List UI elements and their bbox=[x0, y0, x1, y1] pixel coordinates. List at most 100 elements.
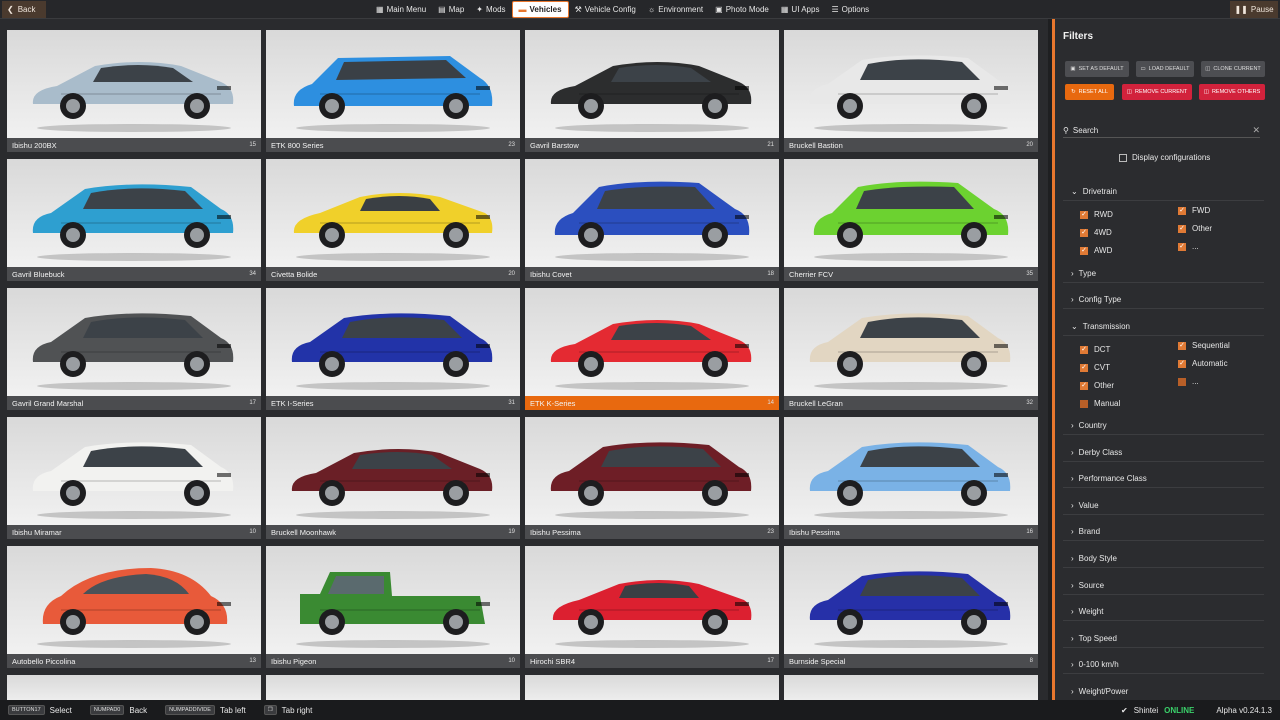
checkbox[interactable]: ✓ bbox=[1080, 210, 1088, 219]
display-configurations-toggle[interactable]: Display configurations bbox=[1119, 153, 1210, 162]
checkbox[interactable]: ✓ bbox=[1080, 246, 1088, 255]
section-body-style[interactable]: › Body Style bbox=[1063, 550, 1264, 568]
vehicle-card[interactable]: Burnside Special 8 bbox=[784, 546, 1038, 668]
checkbox[interactable] bbox=[1178, 377, 1186, 386]
vehicle-name: Gavril Barstow bbox=[530, 140, 579, 150]
checkbox[interactable]: ✓ bbox=[1178, 242, 1186, 251]
section-value[interactable]: › Value bbox=[1063, 497, 1264, 515]
checkbox[interactable] bbox=[1080, 399, 1088, 408]
section-top-speed[interactable]: › Top Speed bbox=[1063, 630, 1264, 648]
vehicle-card[interactable]: Cherrier FCV 35 bbox=[784, 159, 1038, 281]
vehicle-name: Bruckell Bastion bbox=[789, 140, 843, 150]
checkbox[interactable]: ✓ bbox=[1178, 224, 1186, 233]
checkbox[interactable]: ✓ bbox=[1080, 345, 1088, 354]
nav-mods[interactable]: ✦ Mods bbox=[470, 1, 511, 18]
vehicle-grid: Ibishu 200BX 15 ETK 800 Series 23 Gavril… bbox=[0, 19, 1048, 700]
section-type[interactable]: › Type bbox=[1063, 265, 1264, 283]
nav-ui-apps[interactable]: ▦ UI Apps bbox=[775, 1, 826, 18]
checkbox[interactable]: ✓ bbox=[1080, 381, 1088, 390]
section-brand[interactable]: › Brand bbox=[1063, 523, 1264, 542]
section-derby-class[interactable]: › Derby Class bbox=[1063, 444, 1264, 462]
vehicle-card[interactable]: Ibishu Pigeon 10 bbox=[266, 546, 520, 668]
section-weight[interactable]: › Weight bbox=[1063, 603, 1264, 622]
clone-current-button[interactable]: ◫ CLONE CURRENT bbox=[1201, 61, 1265, 77]
grid-icon: ▦ bbox=[376, 5, 384, 14]
back-button[interactable]: ❮ Back bbox=[2, 1, 46, 18]
chevron-right-icon: › bbox=[1071, 580, 1074, 590]
vehicle-card[interactable]: Ibishu Pessima 16 bbox=[784, 417, 1038, 539]
filter-option[interactable]: ✓ AWD bbox=[1080, 246, 1112, 255]
checkbox[interactable]: ✓ bbox=[1080, 228, 1088, 237]
filter-option[interactable]: ✓ Other bbox=[1178, 224, 1212, 233]
load-default-button[interactable]: ▭ LOAD DEFAULT bbox=[1136, 61, 1194, 77]
set-default-button[interactable]: ▣ SET AS DEFAULT bbox=[1065, 61, 1129, 77]
remove-current-button[interactable]: ◫ REMOVE CURRENT bbox=[1122, 84, 1192, 100]
nav-options[interactable]: ☰ Options bbox=[825, 1, 875, 18]
control-hint: ❐ Tab right bbox=[263, 705, 312, 715]
vehicle-card-partial[interactable] bbox=[7, 675, 261, 700]
section-source[interactable]: › Source bbox=[1063, 577, 1264, 595]
section-weight-power[interactable]: › Weight/Power bbox=[1063, 683, 1264, 701]
reset-all-button[interactable]: ↻ RESET ALL bbox=[1065, 84, 1114, 100]
vehicle-card[interactable]: Hirochi SBR4 17 bbox=[525, 546, 779, 668]
vehicle-card[interactable]: Ibishu Covet 18 bbox=[525, 159, 779, 281]
nav-label: Environment bbox=[658, 5, 704, 14]
checkbox[interactable]: ✓ bbox=[1080, 363, 1088, 372]
search-input[interactable]: ⚲ Search ✕ bbox=[1063, 124, 1260, 138]
checkbox[interactable]: ✓ bbox=[1178, 206, 1186, 215]
vehicle-card[interactable]: Ibishu 200BX 15 bbox=[7, 30, 261, 152]
filter-option[interactable]: ✓ DCT bbox=[1080, 345, 1110, 354]
remove-others-button[interactable]: ◫ REMOVE OTHERS bbox=[1199, 84, 1265, 100]
filter-option[interactable]: ... bbox=[1178, 377, 1199, 386]
section-performance-class[interactable]: › Performance Class bbox=[1063, 470, 1264, 489]
nav-environment[interactable]: ☼ Environment bbox=[642, 1, 709, 18]
nav-main-menu[interactable]: ▦ Main Menu bbox=[370, 1, 432, 18]
close-icon[interactable]: ✕ bbox=[1252, 125, 1260, 136]
filter-option[interactable]: ✓ FWD bbox=[1178, 206, 1210, 215]
pause-label: Pause bbox=[1250, 5, 1274, 14]
filter-option[interactable]: ✓... bbox=[1178, 242, 1199, 251]
nav-vehicles[interactable]: ▬ Vehicles bbox=[511, 1, 569, 18]
vehicle-card-partial[interactable] bbox=[266, 675, 520, 700]
car-image bbox=[550, 442, 752, 506]
section-config-type[interactable]: › Config Type bbox=[1063, 291, 1264, 309]
nav-vehicle-config[interactable]: ⚒ Vehicle Config bbox=[569, 1, 642, 18]
filter-option[interactable]: ✓ CVT bbox=[1080, 363, 1110, 372]
checkbox[interactable]: ✓ bbox=[1178, 359, 1186, 368]
config-count: 18 bbox=[767, 271, 774, 277]
vehicle-card[interactable]: ETK K-Series 14 bbox=[525, 288, 779, 410]
vehicle-card[interactable]: Gavril Bluebuck 34 bbox=[7, 159, 261, 281]
filter-option[interactable]: ✓ 4WD bbox=[1080, 228, 1112, 237]
vehicle-card[interactable]: Bruckell Bastion 20 bbox=[784, 30, 1038, 152]
filter-option[interactable]: ✓ Other bbox=[1080, 381, 1114, 390]
section-country[interactable]: › Country bbox=[1063, 417, 1264, 435]
vehicle-card[interactable]: Gavril Barstow 21 bbox=[525, 30, 779, 152]
vehicle-card[interactable]: ETK I-Series 31 bbox=[266, 288, 520, 410]
vehicle-card-partial[interactable] bbox=[784, 675, 1038, 700]
vehicle-card[interactable]: Gavril Grand Marshal 17 bbox=[7, 288, 261, 410]
nav-photo-mode[interactable]: ▣ Photo Mode bbox=[709, 1, 775, 18]
filter-option[interactable]: ✓ Automatic bbox=[1178, 359, 1228, 368]
vehicle-card[interactable]: Bruckell LeGran 32 bbox=[784, 288, 1038, 410]
checkbox[interactable] bbox=[1119, 153, 1127, 162]
section-drivetrain[interactable]: ⌄ Drivetrain bbox=[1063, 183, 1264, 201]
filter-option[interactable]: ✓ Sequential bbox=[1178, 341, 1230, 350]
checkbox[interactable]: ✓ bbox=[1178, 341, 1186, 350]
vehicle-card[interactable]: Ibishu Pessima 23 bbox=[525, 417, 779, 539]
vehicle-card[interactable]: Civetta Bolide 20 bbox=[266, 159, 520, 281]
filter-option[interactable]: Manual bbox=[1080, 399, 1120, 408]
chevron-right-icon: › bbox=[1071, 554, 1074, 563]
vehicle-card-partial[interactable] bbox=[525, 675, 779, 700]
nav-map[interactable]: ▤ Map bbox=[432, 1, 470, 18]
vehicle-card[interactable]: ETK 800 Series 23 bbox=[266, 30, 520, 152]
filter-option[interactable]: ✓ RWD bbox=[1080, 210, 1113, 219]
vehicle-card[interactable]: Autobello Piccolina 13 bbox=[7, 546, 261, 668]
bottom-hint-bar: BUTTON17 Select NUMPAD0 Back NUMPADDIVIDE Tab… bbox=[0, 700, 1280, 720]
section-0-100-km-h[interactable]: › 0-100 km/h bbox=[1063, 656, 1264, 675]
vehicle-card[interactable]: Ibishu Miramar 10 bbox=[7, 417, 261, 539]
filters-title: Filters bbox=[1063, 31, 1094, 42]
section-transmission[interactable]: ⌄ Transmission bbox=[1063, 318, 1264, 336]
vehicle-card[interactable]: Bruckell Moonhawk 19 bbox=[266, 417, 520, 539]
pause-button[interactable]: ❚❚ Pause bbox=[1230, 1, 1278, 18]
car-icon: ▬ bbox=[518, 5, 527, 14]
